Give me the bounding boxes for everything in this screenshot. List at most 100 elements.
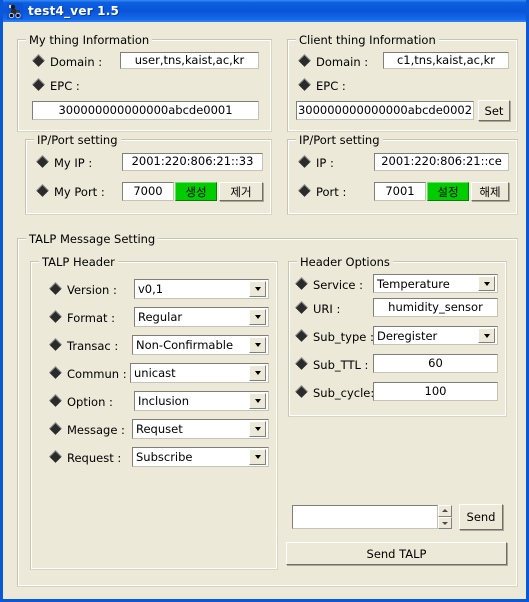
commun-combobox[interactable]: unicast: [130, 363, 269, 383]
sub-cycle-input[interactable]: 100: [373, 382, 498, 401]
chevron-down-icon[interactable]: [249, 309, 266, 325]
client-domain-label: Domain :: [316, 55, 369, 69]
transac-label: Transac :: [67, 339, 119, 353]
request-label: Request :: [67, 451, 122, 465]
send-value-input[interactable]: [292, 505, 438, 529]
send-value-spinner[interactable]: [438, 505, 452, 529]
my-port-create-button[interactable]: 생성: [175, 182, 217, 201]
option-combobox[interactable]: Inclusion: [134, 391, 269, 411]
chevron-down-icon[interactable]: [478, 328, 495, 343]
client-ip-input[interactable]: 2001:220:806:21::ce: [374, 153, 509, 171]
chevron-down-icon[interactable]: [478, 276, 495, 291]
client-epc-bullet-icon: [298, 78, 311, 91]
my-port-input[interactable]: 7000: [122, 182, 174, 201]
sub-type-label: Sub_type :: [313, 330, 374, 344]
my-epc-label: EPC :: [50, 79, 80, 93]
client-port-release-button[interactable]: 해제: [471, 182, 509, 201]
commun-label: Commun :: [67, 367, 127, 381]
sub-ttl-input[interactable]: 60: [373, 354, 498, 373]
chevron-down-icon[interactable]: [249, 421, 266, 437]
chevron-down-icon[interactable]: [249, 281, 266, 297]
option-value: Inclusion: [138, 394, 189, 408]
version-combobox[interactable]: v0,1: [134, 279, 269, 299]
talp-message-setting-title: TALP Message Setting: [26, 232, 159, 246]
request-value: Subscribe: [136, 450, 193, 464]
my-epc-input[interactable]: 300000000000000abcde0001: [32, 101, 259, 120]
talp-header-group: TALP Header Version : v0,1 Format : Regu…: [30, 255, 278, 570]
uri-input[interactable]: humidity_sensor: [373, 298, 498, 317]
service-bullet-icon: [295, 277, 308, 290]
format-label: Format :: [67, 311, 116, 325]
client-ip-label: IP :: [316, 156, 334, 170]
commun-bullet-icon: [49, 366, 62, 379]
sub-type-combobox[interactable]: Deregister: [373, 326, 498, 345]
client-port-label: Port :: [316, 185, 347, 199]
option-label: Option :: [67, 395, 113, 409]
service-value: Temperature: [377, 276, 450, 291]
header-options-group: Header Options Service : Temperature URI…: [288, 255, 507, 417]
spinner-up-icon[interactable]: [438, 505, 452, 517]
my-domain-label: Domain :: [50, 55, 103, 69]
sub-cycle-label: Sub_cycle:: [313, 386, 375, 400]
my-domain-bullet-icon: [32, 54, 45, 67]
talp-header-title: TALP Header: [39, 255, 118, 269]
service-combobox[interactable]: Temperature: [373, 274, 498, 293]
my-thing-information-group: My thing Information Domain : user,tns,k…: [17, 33, 272, 132]
request-bullet-icon: [49, 450, 62, 463]
my-port-label: My Port :: [54, 185, 105, 199]
my-ip-port-setting-group: IP/Port setting My IP : 2001:220:806:21:…: [25, 133, 272, 215]
message-value: Requset: [136, 422, 183, 436]
client-domain-input[interactable]: c1,tns,kaist,ac,kr: [383, 52, 509, 69]
client-epc-label: EPC :: [316, 79, 346, 93]
client-thing-information-group: Client thing Information Domain : c1,tns…: [287, 33, 518, 132]
sub-cycle-bullet-icon: [295, 385, 308, 398]
send-button[interactable]: Send: [459, 504, 503, 530]
send-talp-button[interactable]: Send TALP: [286, 542, 507, 565]
commun-value: unicast: [134, 366, 176, 380]
my-ip-bullet-icon: [36, 155, 49, 168]
my-ip-port-setting-title: IP/Port setting: [34, 133, 121, 147]
uri-bullet-icon: [295, 301, 308, 314]
window-title: test4_ver 1.5: [28, 4, 120, 18]
client-ip-port-setting-title: IP/Port setting: [296, 133, 383, 147]
application-window: test4_ver 1.5 My thing Information Domai…: [0, 0, 529, 602]
client-epc-input[interactable]: 300000000000000abcde0002: [296, 101, 474, 120]
client-domain-bullet-icon: [298, 54, 311, 67]
format-value: Regular: [138, 310, 183, 324]
transac-combobox[interactable]: Non-Confirmable: [132, 335, 269, 355]
version-bullet-icon: [49, 282, 62, 295]
talp-message-setting-group: TALP Message Setting TALP Header Version…: [17, 232, 518, 587]
sub-type-bullet-icon: [295, 329, 308, 342]
format-combobox[interactable]: Regular: [134, 307, 269, 327]
title-bar: test4_ver 1.5: [3, 0, 526, 22]
version-value: v0,1: [138, 282, 164, 296]
my-ip-label: My IP :: [54, 156, 93, 170]
client-ip-bullet-icon: [298, 155, 311, 168]
spinner-down-icon[interactable]: [438, 517, 452, 529]
uri-label: URI :: [313, 302, 341, 316]
message-combobox[interactable]: Requset: [132, 419, 269, 439]
client-epc-set-button[interactable]: Set: [478, 100, 510, 121]
chevron-down-icon[interactable]: [249, 337, 266, 353]
my-thing-information-title: My thing Information: [26, 33, 153, 47]
client-port-set-button[interactable]: 설정: [427, 182, 469, 201]
message-bullet-icon: [49, 422, 62, 435]
chevron-down-icon[interactable]: [249, 365, 266, 381]
version-label: Version :: [67, 283, 117, 297]
transac-value: Non-Confirmable: [136, 338, 234, 352]
client-port-input[interactable]: 7001: [374, 182, 426, 201]
my-port-remove-button[interactable]: 제거: [219, 182, 263, 201]
chevron-down-icon[interactable]: [249, 449, 266, 465]
my-ip-input[interactable]: 2001:220:806:21::33: [122, 153, 263, 171]
service-label: Service :: [313, 278, 364, 292]
message-label: Message :: [67, 423, 125, 437]
client-thing-information-title: Client thing Information: [296, 33, 439, 47]
header-options-title: Header Options: [297, 255, 393, 269]
my-port-bullet-icon: [36, 184, 49, 197]
my-domain-input[interactable]: user,tns,kaist,ac,kr: [120, 52, 259, 69]
sub-ttl-bullet-icon: [295, 357, 308, 370]
request-combobox[interactable]: Subscribe: [132, 447, 269, 467]
option-bullet-icon: [49, 394, 62, 407]
chevron-down-icon[interactable]: [249, 393, 266, 409]
client-port-bullet-icon: [298, 184, 311, 197]
